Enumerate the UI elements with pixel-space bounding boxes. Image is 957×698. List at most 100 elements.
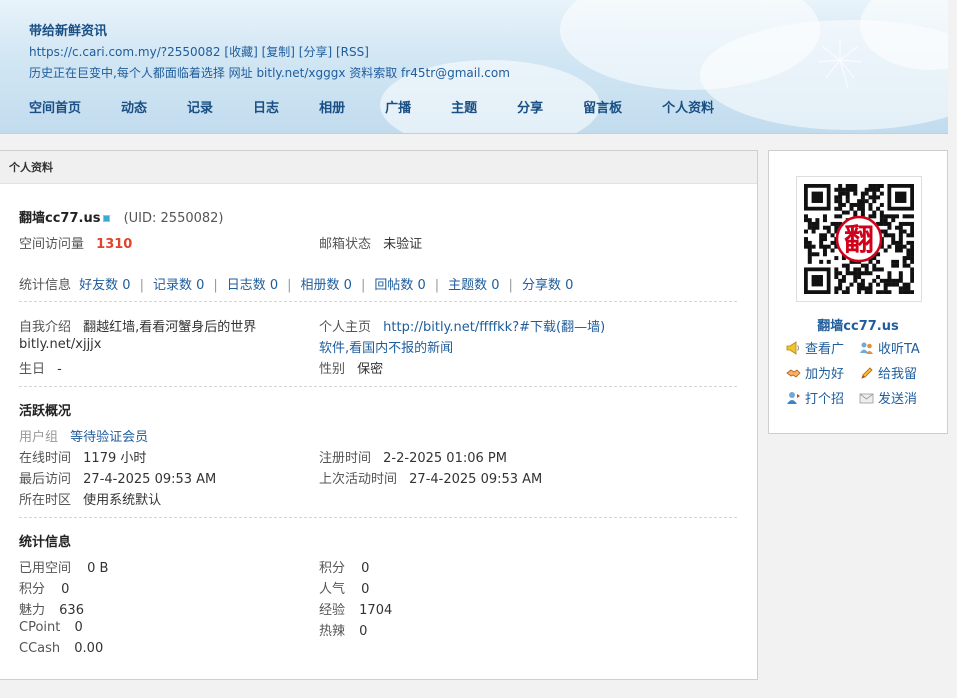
qr-code-image: 翻 [804, 184, 915, 295]
copy-link[interactable]: [复制] [262, 45, 295, 59]
visits-row: 空间访问量 1310 [19, 233, 132, 252]
space-description: 历史正在巨变中,每个人都面临着选择 网址 bitly.net/xgggx 资料索… [29, 66, 510, 80]
nav-records[interactable]: 记录 [172, 99, 228, 119]
exp-label: 经验 [319, 603, 346, 618]
space-nav: 空间首页 动态 记录 日志 相册 广播 主题 分享 留言板 个人资料 [14, 99, 739, 119]
popularity-label: 人气 [319, 582, 346, 597]
reg-value: 2-2-2025 01:06 PM [383, 451, 507, 466]
poke-label: 打个招 [805, 392, 845, 407]
divider [19, 301, 737, 302]
leave-message-button[interactable]: 给我留 [859, 363, 917, 382]
points-value: 0 [361, 561, 370, 576]
exp-value: 1704 [359, 603, 393, 618]
hot-row: 热辣 0 [319, 620, 367, 639]
cpoint-row: CPoint 0 [19, 620, 83, 635]
homepage-link-2[interactable]: 软件,看国内不报的新闻 [319, 341, 453, 356]
used-space-value: 0 B [87, 561, 109, 576]
dandelion-seed-icon [817, 38, 863, 89]
charm-label: 魅力 [19, 603, 46, 618]
last-visit-row: 最后访问 27-4-2025 09:53 AM [19, 468, 216, 487]
profile-panel: 个人资料 翻墙cc77.us (UID: 2550082) 空间访问量 1310… [0, 150, 758, 680]
add-friend-button[interactable]: 加为好 [786, 363, 844, 382]
handshake-icon [786, 366, 801, 380]
stat-albums-link[interactable]: 相册数 0 [301, 278, 352, 293]
view-broadcast-button[interactable]: 查看广 [786, 338, 844, 357]
follow-label: 收听TA [878, 342, 920, 357]
nav-feed[interactable]: 动态 [106, 99, 162, 119]
qr-code-avatar[interactable]: 翻 [796, 176, 922, 302]
side-profile-card: 翻 翻墙cc77.us 查看广 收听TA 加为好 给我留 打个招 发送消 [768, 150, 948, 434]
points2-label: 积分 [19, 582, 46, 597]
cpoint-label: CPoint [19, 620, 61, 635]
charm-row: 魅力 636 [19, 599, 84, 618]
stat-blogs-link[interactable]: 日志数 0 [227, 278, 278, 293]
username: 翻墙cc77.us [19, 211, 101, 226]
points-label: 积分 [319, 561, 346, 576]
homepage-row: 个人主页 http://bitly.net/ffffkk?#下载(翻—墙) [319, 316, 605, 335]
last-visit-label: 最后访问 [19, 472, 72, 487]
user-poke-icon [786, 391, 801, 405]
homepage-row-2: 软件,看国内不报的新闻 [319, 337, 453, 356]
space-links: https://c.cari.com.my/?2550082 [收藏] [复制]… [29, 43, 369, 60]
share-link[interactable]: [分享] [299, 45, 332, 59]
birthday-value: - [57, 362, 62, 377]
stat-threads-link[interactable]: 主题数 0 [448, 278, 499, 293]
send-message-button[interactable]: 发送消 [859, 388, 917, 407]
envelope-icon [859, 391, 874, 405]
online-row: 在线时间 1179 小时 [19, 447, 146, 466]
nav-profile[interactable]: 个人资料 [647, 99, 729, 119]
add-friend-label: 加为好 [805, 367, 845, 382]
stat-replies-link[interactable]: 回帖数 0 [374, 278, 425, 293]
exp-row: 经验 1704 [319, 599, 392, 618]
nav-broadcast[interactable]: 广播 [370, 99, 426, 119]
cpoint-value: 0 [74, 620, 83, 635]
poke-button[interactable]: 打个招 [786, 388, 844, 407]
stat-records-link[interactable]: 记录数 0 [153, 278, 204, 293]
space-title: 带给新鲜资讯 [29, 24, 108, 39]
nav-album[interactable]: 相册 [304, 99, 360, 119]
homepage-link[interactable]: http://bitly.net/ffffkk?#下载(翻—墙) [383, 320, 605, 335]
popularity-row: 人气 0 [319, 578, 369, 597]
activity-title: 活跃概况 [19, 404, 72, 419]
region-row: 所在时区 使用系统默认 [19, 489, 161, 508]
ccash-row: CCash 0.00 [19, 641, 103, 656]
birthday-row: 生日 - [19, 358, 62, 377]
stat-shares-link[interactable]: 分享数 0 [522, 278, 573, 293]
last-active-value: 27-4-2025 09:53 AM [409, 472, 543, 487]
username-row: 翻墙cc77.us (UID: 2550082) [19, 207, 224, 226]
nav-blog[interactable]: 日志 [238, 99, 294, 119]
gender-value: 保密 [357, 362, 384, 377]
space-header: 带给新鲜资讯 https://c.cari.com.my/?2550082 [收… [0, 0, 948, 134]
divider [19, 517, 737, 518]
space-url-link[interactable]: https://c.cari.com.my/?2550082 [29, 45, 221, 59]
group-link[interactable]: 等待验证会员 [70, 430, 148, 445]
favorite-link[interactable]: [收藏] [224, 45, 257, 59]
gender-row: 性别 保密 [319, 358, 383, 377]
nav-share[interactable]: 分享 [502, 99, 558, 119]
visits-value: 1310 [96, 237, 133, 252]
email-row: 邮箱状态 未验证 [319, 233, 422, 252]
stats-row: 统计信息 好友数 0 | 记录数 0 | 日志数 0 | 相册数 0 | 回帖数 0 | 主题数 0… [19, 278, 574, 293]
online-label: 在线时间 [19, 451, 72, 466]
send-message-label: 发送消 [878, 392, 918, 407]
hot-label: 热辣 [319, 624, 346, 639]
points-row: 积分 0 [319, 557, 369, 576]
follow-button[interactable]: 收听TA [859, 338, 920, 357]
region-label: 所在时区 [19, 493, 72, 508]
used-space-row: 已用空间 0 B [19, 557, 108, 576]
visits-label: 空间访问量 [19, 237, 85, 252]
users-listen-icon [859, 341, 874, 355]
nav-home[interactable]: 空间首页 [14, 99, 96, 119]
points2-row: 积分 0 [19, 578, 69, 597]
online-value: 1179 小时 [83, 451, 147, 466]
intro-row: 自我介绍 翻越红墙,看看河蟹身后的世界 [19, 316, 256, 335]
nav-threads[interactable]: 主题 [436, 99, 492, 119]
region-value: 使用系统默认 [83, 493, 162, 508]
stat-friends-link[interactable]: 好友数 0 [79, 278, 130, 293]
stats-label: 统计信息 [19, 278, 72, 293]
hot-value: 0 [359, 624, 368, 639]
rss-link[interactable]: [RSS] [336, 45, 369, 59]
nav-guestbook[interactable]: 留言板 [568, 99, 637, 119]
panel-title: 个人资料 [0, 151, 757, 184]
side-username-link[interactable]: 翻墙cc77.us [769, 315, 947, 334]
